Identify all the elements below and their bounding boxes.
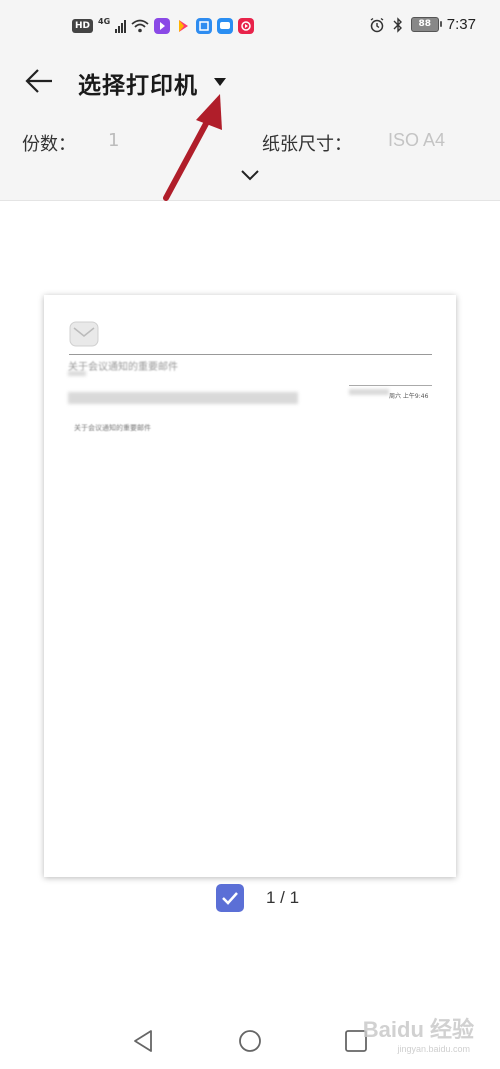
email-body: 关于会议通知的重要邮件 bbox=[74, 424, 151, 432]
status-right-icons: 88 7:37 bbox=[369, 16, 476, 33]
alarm-icon bbox=[370, 17, 384, 32]
chevron-down-icon[interactable] bbox=[240, 168, 260, 182]
network-type: 4G bbox=[98, 16, 111, 26]
message-app-icon bbox=[217, 18, 234, 34]
nav-home-icon[interactable] bbox=[238, 1029, 262, 1053]
status-time: 7:37 bbox=[446, 16, 476, 33]
email-time: 周六 上午9:46 bbox=[389, 393, 429, 400]
status-bar: HD 4G 88 7:37 bbox=[0, 0, 500, 52]
print-preview-area: 关于会议通知的重要邮件 周六 上午9:46 关于会议通知的重要邮件 1 / 1 bbox=[0, 201, 500, 1011]
divider bbox=[69, 354, 432, 355]
app-notification-icon bbox=[154, 18, 171, 34]
mail-icon bbox=[69, 321, 99, 347]
divider bbox=[349, 385, 432, 386]
news-app-icon bbox=[196, 18, 213, 34]
watermark-logo: Baidu 经验 bbox=[362, 1017, 474, 1042]
preview-page[interactable]: 关于会议通知的重要邮件 周六 上午9:46 关于会议通知的重要邮件 bbox=[44, 295, 456, 877]
status-left-icons: HD 4G bbox=[72, 16, 255, 34]
blurred-text bbox=[68, 371, 86, 376]
checkmark-icon bbox=[222, 892, 238, 905]
wifi-icon bbox=[131, 19, 149, 33]
paper-size-select[interactable]: ISO A4 bbox=[388, 130, 445, 151]
blurred-recipient bbox=[349, 389, 389, 395]
bluetooth-icon bbox=[393, 16, 402, 33]
page-select-checkbox[interactable] bbox=[216, 884, 244, 912]
battery-icon: 88 bbox=[410, 17, 442, 32]
copies-field[interactable]: 1 bbox=[108, 130, 119, 151]
page-indicator: 1 / 1 bbox=[266, 888, 300, 907]
watermark-url: jingyan.baidu.com bbox=[397, 1044, 470, 1054]
print-settings-header: 选择打印机 份数： 1 纸张尺寸： ISO A4 bbox=[0, 52, 500, 201]
video-app-icon bbox=[175, 18, 191, 34]
paper-size-label: 纸张尺寸： bbox=[262, 134, 352, 155]
hd-badge: HD bbox=[72, 19, 94, 33]
media-app-icon bbox=[238, 18, 255, 34]
copies-label: 份数： bbox=[22, 134, 76, 155]
signal-icon bbox=[115, 19, 127, 33]
nav-back-icon[interactable] bbox=[131, 1029, 155, 1053]
blurred-sender bbox=[68, 392, 298, 404]
annotation-arrow-icon bbox=[163, 94, 222, 201]
back-arrow-icon[interactable] bbox=[22, 64, 56, 98]
